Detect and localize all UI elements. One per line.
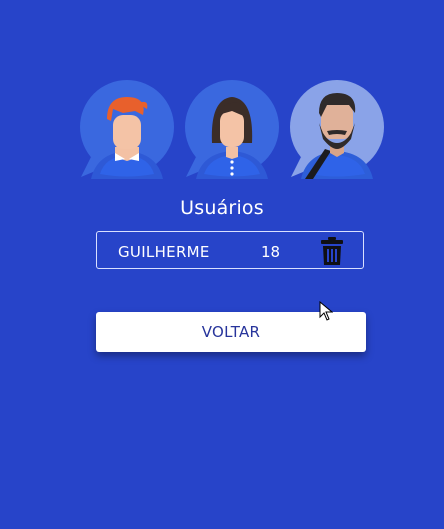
trash-icon[interactable] <box>321 237 343 265</box>
avatar-bearded-icon <box>287 79 387 179</box>
back-button[interactable]: VOLTAR <box>96 312 366 352</box>
user-name: GUILHERME <box>118 243 210 261</box>
user-age: 18 <box>261 243 281 261</box>
avatar-dark-hair-icon <box>182 79 282 179</box>
avatar-group <box>77 79 387 179</box>
avatar-red-hair-icon <box>77 79 177 179</box>
page-title: Usuários <box>180 197 264 219</box>
user-row: GUILHERME 18 <box>96 231 364 269</box>
